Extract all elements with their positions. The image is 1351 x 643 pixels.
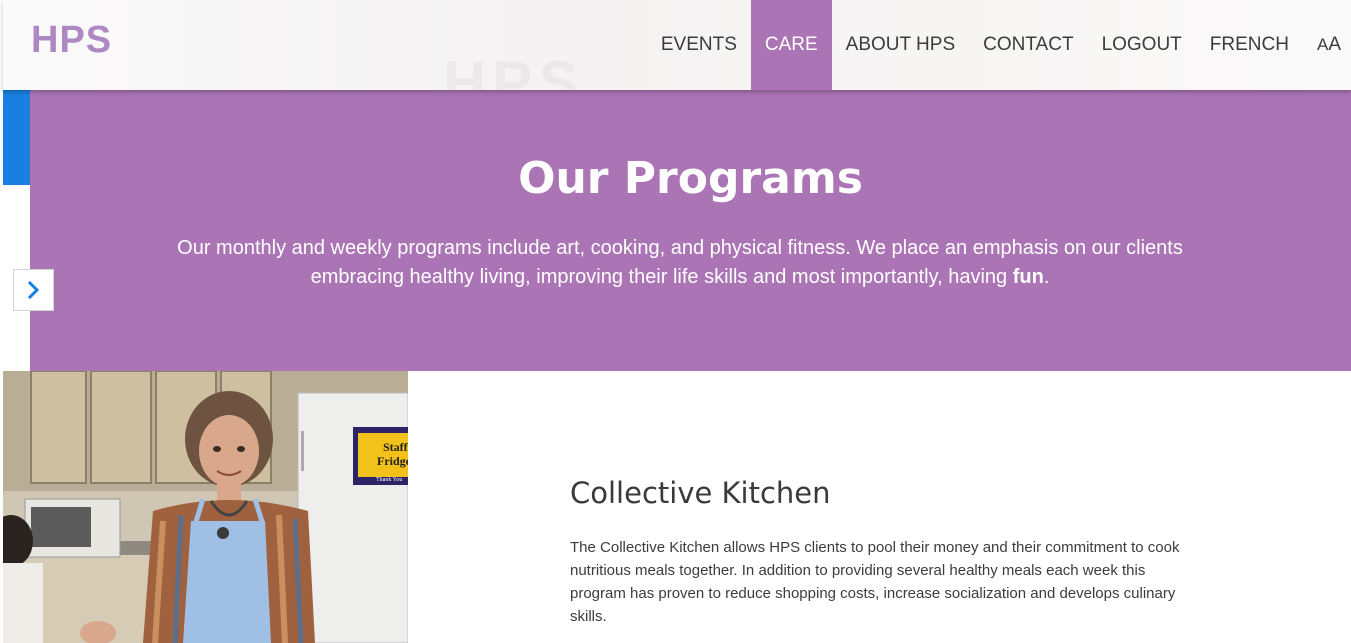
nav-item-contact[interactable]: CONTACT <box>969 0 1087 90</box>
font-size-small-label: A <box>1316 35 1329 54</box>
chevron-right-icon <box>27 281 39 299</box>
hero-description: Our monthly and weekly programs include … <box>170 234 1190 292</box>
program-photo: Staff Fridge Thank You <box>3 371 408 643</box>
program-title: Collective Kitchen <box>570 476 831 510</box>
nav-item-about[interactable]: ABOUT HPS <box>832 0 969 90</box>
header-background-watermark: HPS <box>443 49 585 90</box>
site-header: HPS HPS EVENTS CARE ABOUT HPS CONTACT LO… <box>3 0 1351 90</box>
sidebar-toggle-button[interactable] <box>13 269 54 311</box>
program-description: The Collective Kitchen allows HPS client… <box>570 539 1180 625</box>
font-size-toggle[interactable]: AA <box>1303 0 1351 90</box>
main-nav: EVENTS CARE ABOUT HPS CONTACT LOGOUT FRE… <box>647 0 1351 90</box>
nav-item-french[interactable]: FRENCH <box>1196 0 1303 90</box>
kitchen-photo-illustration: Staff Fridge Thank You <box>3 371 408 643</box>
fridge-sign-line2: Fridge <box>377 454 408 468</box>
nav-item-events[interactable]: EVENTS <box>647 0 751 90</box>
hero-description-end: . <box>1043 266 1050 288</box>
fridge-sign-line1: Staff <box>383 440 408 454</box>
page-title: Our Programs <box>518 153 863 204</box>
fridge-sign-line3: Thank You <box>376 477 402 483</box>
font-size-large-label: A <box>1328 34 1341 55</box>
side-accent-bar <box>3 90 30 185</box>
hero-emphasis: fun <box>1012 266 1044 288</box>
site-logo[interactable]: HPS <box>31 19 112 62</box>
programs-hero: Our Programs Our monthly and weekly prog… <box>30 90 1351 371</box>
nav-item-logout[interactable]: LOGOUT <box>1088 0 1196 90</box>
nav-item-care[interactable]: CARE <box>750 0 832 90</box>
